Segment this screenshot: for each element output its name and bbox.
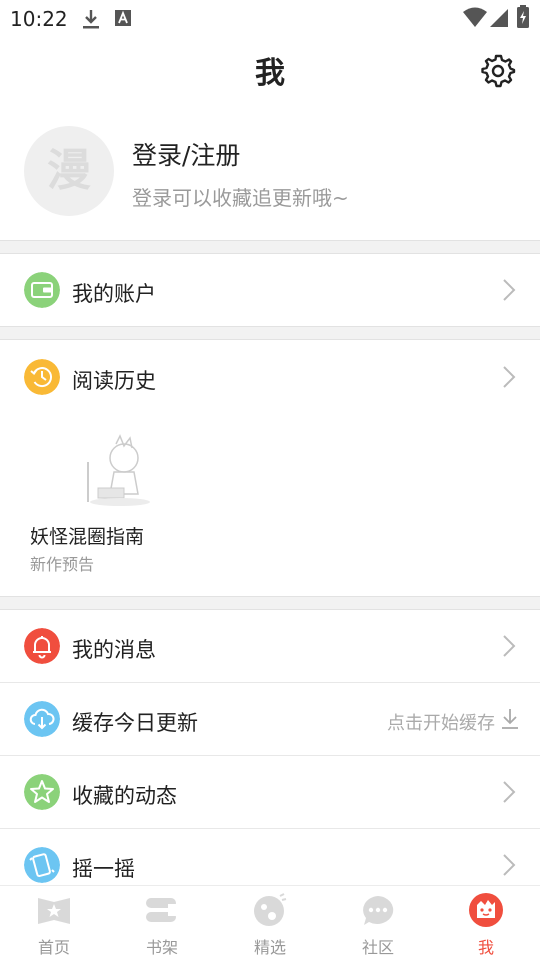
shake-label: 摇一摇 — [72, 857, 135, 881]
gear-icon — [481, 54, 516, 88]
tab-label: 我 — [477, 938, 494, 957]
tab-featured[interactable]: 精选 — [216, 886, 324, 961]
history-icon — [24, 359, 60, 395]
chevron-right-icon — [503, 781, 516, 803]
favorites-activity-row[interactable]: 收藏的动态 — [0, 756, 540, 828]
wifi-icon — [463, 7, 487, 27]
featured-icon — [254, 893, 287, 926]
comic-cover-thumbnail — [87, 434, 150, 506]
login-subtitle: 登录可以收藏追更新哦~ — [132, 186, 349, 210]
star-icon — [24, 774, 60, 810]
chevron-right-icon — [503, 635, 516, 657]
tab-label: 首页 — [37, 938, 70, 957]
battery-charging-icon — [517, 5, 529, 28]
tab-label: 精选 — [253, 938, 286, 957]
history-item-subtitle: 新作预告 — [30, 555, 95, 574]
section-divider — [0, 326, 540, 340]
tab-home[interactable]: 首页 — [0, 886, 108, 961]
wallet-icon — [24, 272, 60, 308]
tab-community[interactable]: 社区 — [324, 886, 432, 961]
home-book-icon — [38, 898, 70, 924]
history-item-title: 妖怪混圈指南 — [30, 526, 145, 548]
my-messages-label: 我的消息 — [72, 638, 156, 662]
my-account-row[interactable]: 我的账户 — [0, 254, 540, 326]
page-title: 我 — [255, 56, 285, 91]
cloud-download-icon — [24, 701, 60, 737]
tab-bookshelf[interactable]: 书架 — [108, 886, 216, 961]
section-divider — [0, 596, 540, 610]
download-icon — [83, 10, 99, 29]
chevron-right-icon — [503, 279, 516, 301]
bookshelf-icon — [146, 898, 178, 922]
avatar-placeholder: 漫 — [47, 145, 91, 196]
start-cache-hint[interactable]: 点击开始缓存 — [387, 709, 495, 735]
tab-me[interactable]: 我 — [432, 886, 540, 961]
download-arrow-icon[interactable] — [500, 707, 520, 731]
status-time: 10:22 — [10, 7, 68, 31]
login-register-link[interactable]: 登录/注册 — [132, 136, 240, 172]
avatar[interactable]: 漫 — [24, 126, 114, 216]
bottom-tab-bar: 首页 书架 精选 社区 我 — [0, 885, 540, 961]
tab-label: 社区 — [361, 938, 394, 957]
reading-history-row[interactable]: 阅读历史 — [0, 341, 540, 413]
cache-updates-row[interactable]: 缓存今日更新 点击开始缓存 — [0, 683, 540, 755]
chevron-right-icon — [503, 854, 516, 876]
chevron-right-icon — [503, 366, 516, 388]
favorites-activity-label: 收藏的动态 — [72, 784, 177, 808]
community-chat-icon — [363, 896, 394, 925]
my-messages-row[interactable]: 我的消息 — [0, 610, 540, 682]
signal-icon — [490, 9, 508, 27]
settings-button[interactable] — [480, 52, 516, 88]
text-a-icon — [115, 10, 131, 26]
status-bar: 10:22 — [0, 0, 540, 36]
section-divider — [0, 240, 540, 254]
phone-shake-icon — [24, 847, 60, 883]
my-account-label: 我的账户 — [72, 282, 156, 306]
me-avatar-icon — [469, 893, 503, 927]
tab-label: 书架 — [145, 938, 178, 957]
bell-icon — [24, 628, 60, 664]
reading-history-label: 阅读历史 — [72, 369, 156, 393]
cache-updates-label: 缓存今日更新 — [72, 711, 198, 735]
